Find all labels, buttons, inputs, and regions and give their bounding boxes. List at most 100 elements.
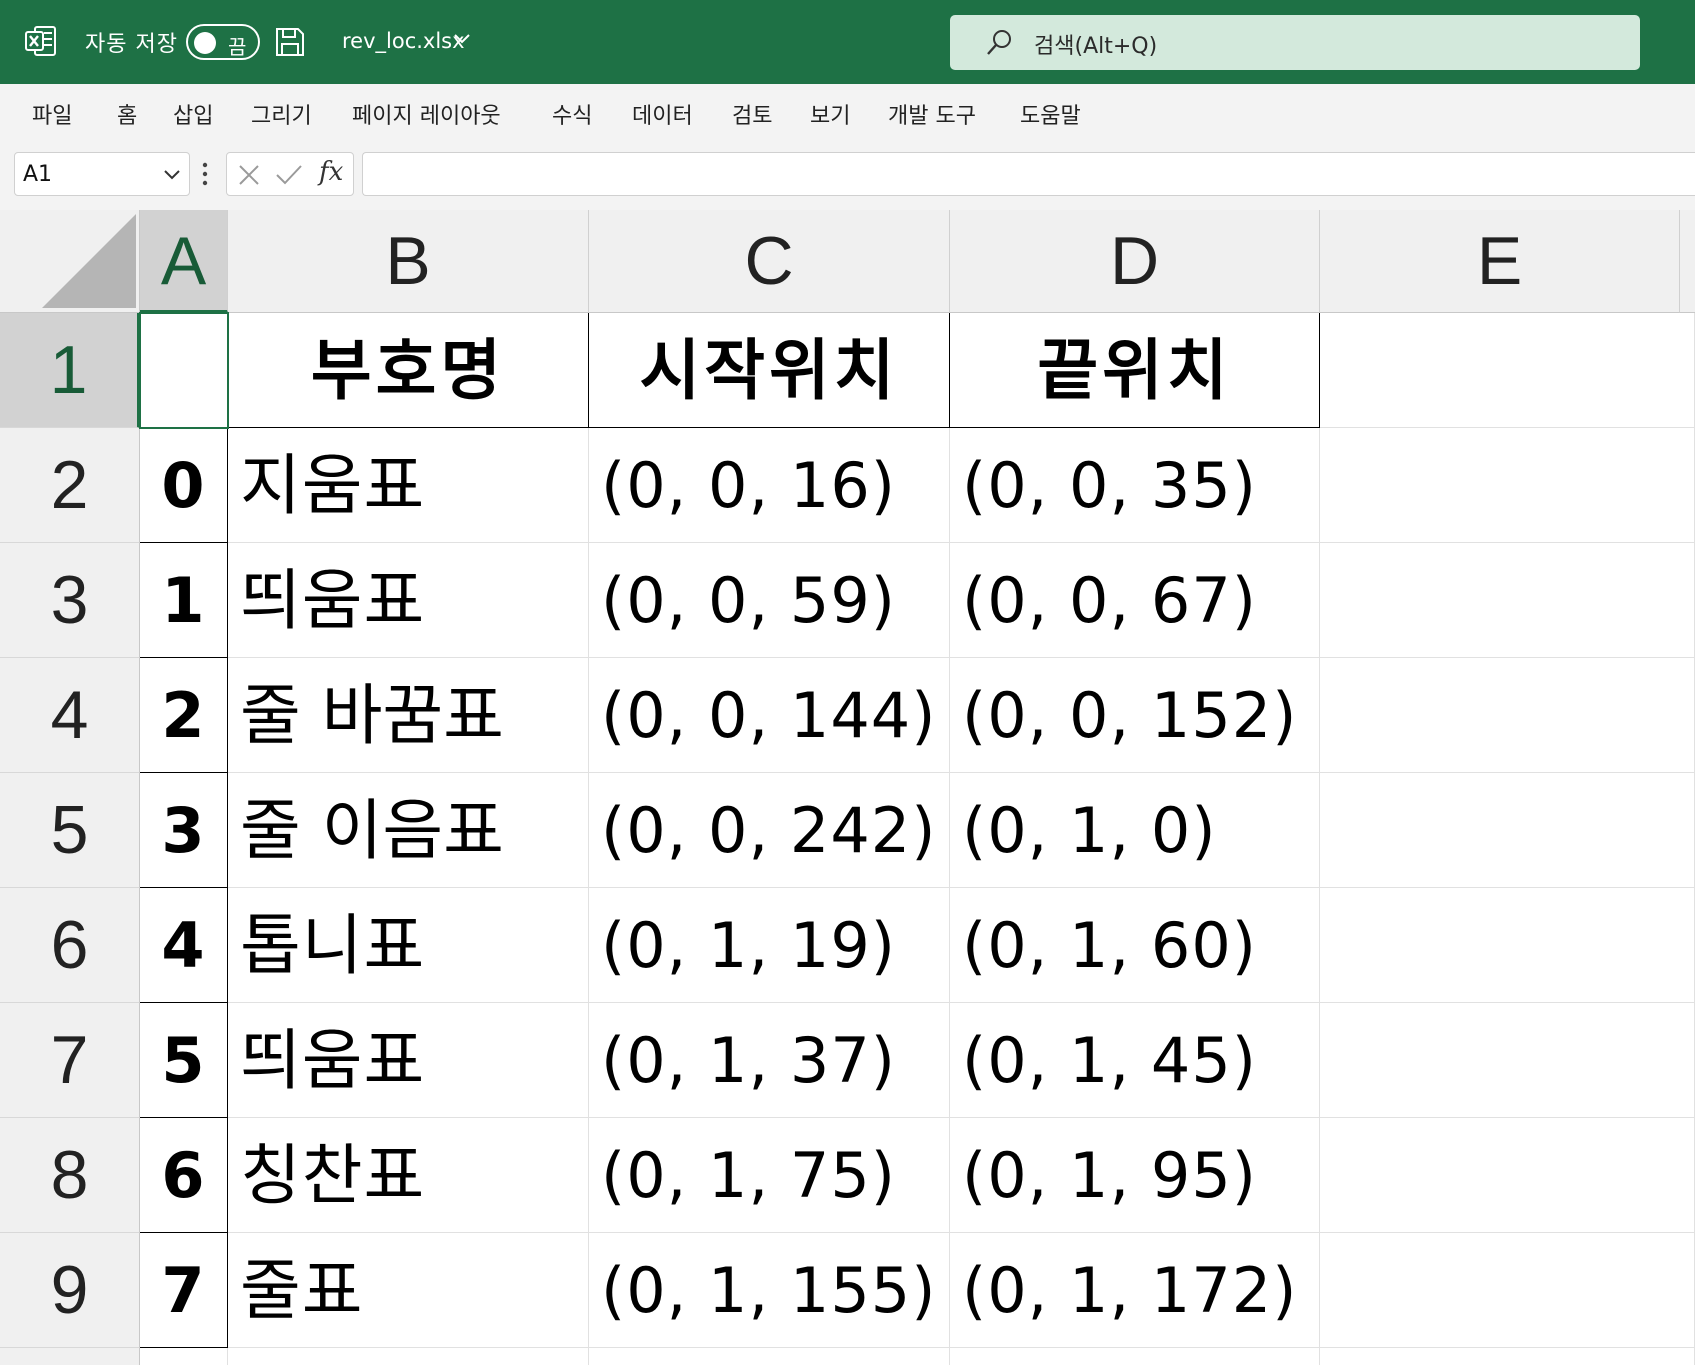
chevron-down-icon[interactable] (163, 168, 181, 182)
cell-d6[interactable]: (0, 1, 60) (950, 888, 1320, 1003)
tab-file[interactable]: 파일 (32, 98, 72, 130)
formula-buttons: fx (226, 152, 354, 196)
more-options-icon[interactable] (201, 160, 209, 188)
cell-c3[interactable]: (0, 0, 59) (589, 543, 950, 658)
cell-e3[interactable] (1320, 543, 1695, 658)
cell-d4[interactable]: (0, 0, 152) (950, 658, 1320, 773)
cell-a3[interactable]: 1 (140, 543, 228, 658)
cell-a8[interactable]: 6 (140, 1118, 228, 1233)
cell-a2[interactable]: 0 (140, 428, 228, 543)
tab-review[interactable]: 검토 (732, 98, 772, 130)
cell-a9[interactable]: 7 (140, 1233, 228, 1348)
cell-c2[interactable]: (0, 0, 16) (589, 428, 950, 543)
row-header-6[interactable]: 6 (0, 888, 140, 1003)
row-header-10[interactable] (0, 1348, 140, 1365)
cell-c8[interactable]: (0, 1, 75) (589, 1118, 950, 1233)
cancel-icon[interactable] (237, 163, 261, 187)
cell-e6[interactable] (1320, 888, 1695, 1003)
cell-d9[interactable]: (0, 1, 172) (950, 1233, 1320, 1348)
cell-c7[interactable]: (0, 1, 37) (589, 1003, 950, 1118)
search-box[interactable]: 검색(Alt+Q) (950, 15, 1640, 70)
cell-c1[interactable]: 시작위치 (589, 313, 950, 428)
file-name[interactable]: rev_loc.xlsx (342, 29, 465, 53)
column-header-c[interactable]: C (589, 210, 950, 313)
column-header-b[interactable]: B (228, 210, 589, 313)
cell-c10[interactable] (589, 1348, 950, 1365)
row-header-9[interactable]: 9 (0, 1233, 140, 1348)
cell-c4[interactable]: (0, 0, 144) (589, 658, 950, 773)
column-header-a[interactable]: A (140, 210, 228, 313)
column-header-f[interactable] (1680, 210, 1695, 313)
autosave-label: 자동 저장 (85, 32, 178, 57)
cell-d8[interactable]: (0, 1, 95) (950, 1118, 1320, 1233)
cell-b10[interactable] (228, 1348, 589, 1365)
tab-developer[interactable]: 개발 도구 (888, 98, 976, 130)
cell-e9[interactable] (1320, 1233, 1695, 1348)
tab-insert[interactable]: 삽입 (173, 98, 213, 130)
cell-d10[interactable] (950, 1348, 1320, 1365)
formula-bar: A1 fx (0, 138, 1695, 210)
cell-d3[interactable]: (0, 0, 67) (950, 543, 1320, 658)
formula-input[interactable] (362, 152, 1695, 196)
cell-b5[interactable]: 줄 이음표 (228, 773, 589, 888)
cell-e10[interactable] (1320, 1348, 1695, 1365)
cell-b4[interactable]: 줄 바꿈표 (228, 658, 589, 773)
chevron-down-icon[interactable] (452, 32, 472, 46)
name-box-value: A1 (23, 162, 53, 187)
excel-logo-icon[interactable] (24, 24, 58, 58)
cell-a6[interactable]: 4 (140, 888, 228, 1003)
row-header-3[interactable]: 3 (0, 543, 140, 658)
cell-e5[interactable] (1320, 773, 1695, 888)
cell-b2[interactable]: 지움표 (228, 428, 589, 543)
column-header-d[interactable]: D (950, 210, 1320, 313)
row-header-5[interactable]: 5 (0, 773, 140, 888)
insert-function-icon[interactable]: fx (319, 157, 343, 187)
cell-b1[interactable]: 부호명 (228, 313, 589, 428)
row-header-1[interactable]: 1 (0, 313, 140, 428)
cell-d2[interactable]: (0, 0, 35) (950, 428, 1320, 543)
tab-formulas[interactable]: 수식 (552, 98, 592, 130)
row-header-7[interactable]: 7 (0, 1003, 140, 1118)
cell-a1[interactable] (140, 313, 228, 428)
name-box[interactable]: A1 (14, 152, 190, 196)
search-icon (987, 30, 1011, 55)
cell-d1[interactable]: 끝위치 (950, 313, 1320, 428)
autosave-toggle[interactable]: 끔 (186, 24, 260, 60)
tab-draw[interactable]: 그리기 (251, 98, 312, 130)
tab-help[interactable]: 도움말 (1020, 98, 1081, 130)
row-header-8[interactable]: 8 (0, 1118, 140, 1233)
cell-c9[interactable]: (0, 1, 155) (589, 1233, 950, 1348)
title-bar: 자동 저장 끔 rev_loc.xlsx 검색(Alt+Q) (0, 0, 1695, 84)
cell-b7[interactable]: 띄움표 (228, 1003, 589, 1118)
cell-e2[interactable] (1320, 428, 1695, 543)
cell-e8[interactable] (1320, 1118, 1695, 1233)
cell-d7[interactable]: (0, 1, 45) (950, 1003, 1320, 1118)
cell-b6[interactable]: 톱니표 (228, 888, 589, 1003)
search-placeholder: 검색(Alt+Q) (1034, 34, 1158, 59)
enter-check-icon[interactable] (275, 163, 303, 187)
row-header-4[interactable]: 4 (0, 658, 140, 773)
tab-data[interactable]: 데이터 (632, 98, 693, 130)
cell-c6[interactable]: (0, 1, 19) (589, 888, 950, 1003)
cell-e4[interactable] (1320, 658, 1695, 773)
cell-e1[interactable] (1320, 313, 1695, 428)
tab-view[interactable]: 보기 (810, 98, 850, 130)
save-icon[interactable] (274, 26, 306, 58)
tab-home[interactable]: 홈 (117, 98, 137, 130)
cell-b9[interactable]: 줄표 (228, 1233, 589, 1348)
column-header-e[interactable]: E (1320, 210, 1680, 313)
select-all-triangle-icon (42, 214, 136, 308)
cell-b3[interactable]: 띄움표 (228, 543, 589, 658)
cell-a10[interactable] (140, 1348, 228, 1365)
cell-a7[interactable]: 5 (140, 1003, 228, 1118)
cell-d5[interactable]: (0, 1, 0) (950, 773, 1320, 888)
tab-page-layout[interactable]: 페이지 레이아웃 (352, 98, 501, 130)
cell-c5[interactable]: (0, 0, 242) (589, 773, 950, 888)
cell-b8[interactable]: 칭찬표 (228, 1118, 589, 1233)
row-header-2[interactable]: 2 (0, 428, 140, 543)
cell-e7[interactable] (1320, 1003, 1695, 1118)
ribbon-tabs: 파일 홈 삽입 그리기 페이지 레이아웃 수식 데이터 검토 보기 개발 도구 … (0, 84, 1695, 138)
cell-a5[interactable]: 3 (140, 773, 228, 888)
select-all-button[interactable] (0, 210, 140, 313)
cell-a4[interactable]: 2 (140, 658, 228, 773)
